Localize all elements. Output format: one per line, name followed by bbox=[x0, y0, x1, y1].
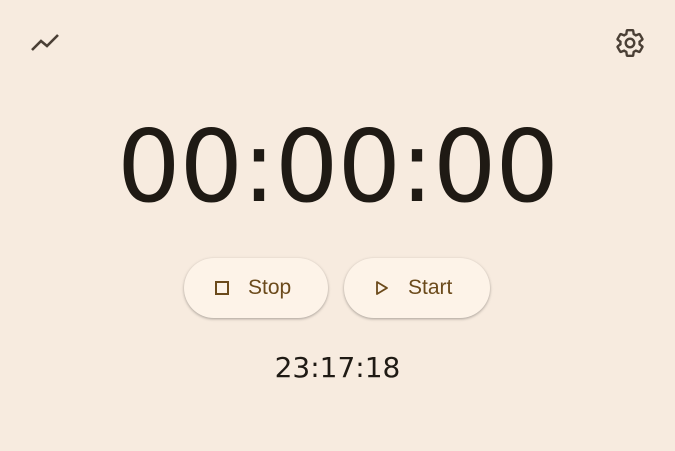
current-time: 23:17:18 bbox=[274, 351, 401, 384]
settings-button[interactable] bbox=[610, 23, 650, 63]
gear-icon bbox=[616, 29, 644, 57]
stop-button[interactable]: Stop bbox=[184, 258, 328, 318]
start-button-label: Start bbox=[408, 276, 453, 299]
start-button[interactable]: Start bbox=[344, 258, 490, 318]
stop-square-icon bbox=[215, 281, 229, 295]
play-triangle-icon bbox=[376, 281, 388, 295]
stats-button[interactable] bbox=[25, 23, 65, 63]
timer-controls: Stop Start bbox=[184, 258, 490, 318]
timer-display: 00:00:00 bbox=[116, 108, 559, 225]
stopwatch-app: 00:00:00 Stop Start 23:17:18 bbox=[0, 0, 675, 451]
stop-button-label: Stop bbox=[248, 276, 292, 299]
trending-up-icon bbox=[31, 34, 59, 51]
